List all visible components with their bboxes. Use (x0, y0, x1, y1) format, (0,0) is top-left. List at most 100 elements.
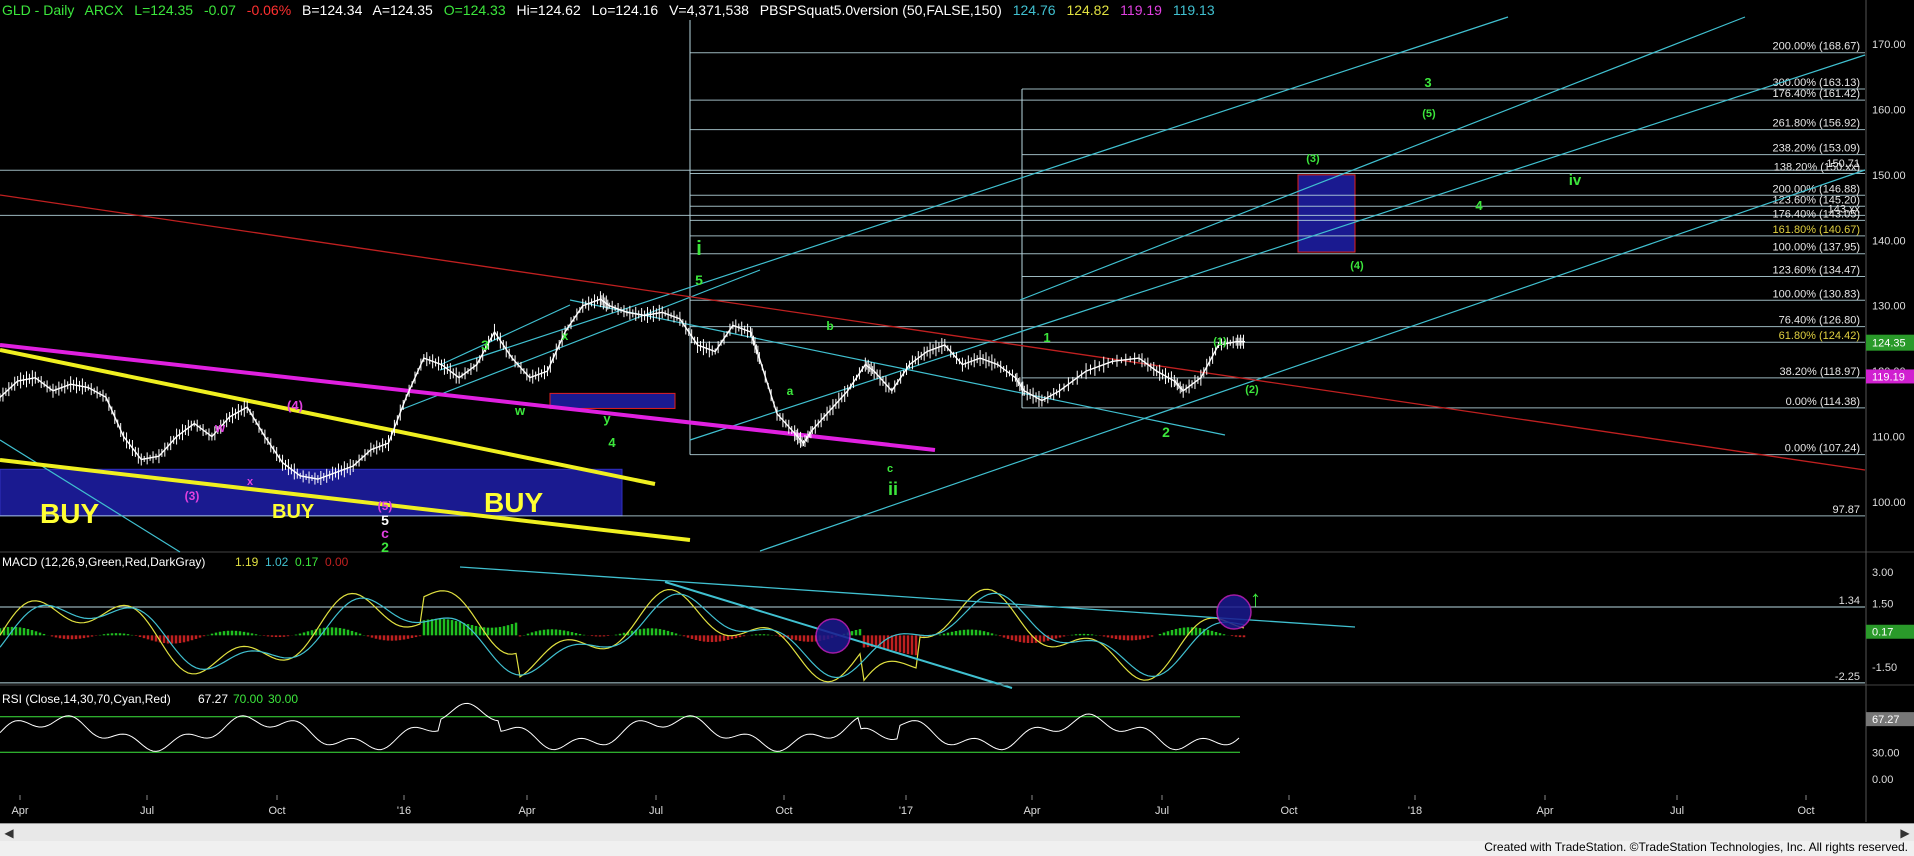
status-strip: Created with TradeStation. ©TradeStation… (0, 840, 1914, 856)
target-box (549, 392, 676, 409)
study-value-3: 119.19 (1120, 2, 1162, 18)
time-tick-label: Apr (1536, 805, 1553, 817)
wave-label: x (247, 476, 254, 488)
fib-level-label: 97.87 (1832, 504, 1860, 516)
wave-label: 3 (481, 337, 489, 353)
fib-level-label: 76.40% (126.80) (1779, 315, 1860, 327)
study-value-2: 124.82 (1066, 2, 1110, 18)
wave-label: (4) (1350, 260, 1364, 272)
channel-line (689, 54, 1866, 441)
time-tick-label: Apr (518, 805, 535, 817)
secondary-price-label: 119.19 (1872, 371, 1905, 383)
study-value-1: 124.76 (1012, 2, 1056, 18)
time-tick-label: Jul (1670, 805, 1684, 817)
wave-label: (3) (185, 489, 200, 503)
wave-label: (2) (1245, 384, 1259, 396)
time-tick-label: Oct (268, 805, 285, 817)
macd-line (0, 588, 1245, 683)
chart-header: GLD - Daily ARCX L=124.35 -0.07 -0.06% B… (2, 2, 1222, 18)
channel-line (439, 304, 571, 366)
fib-level-label: 100.00% (130.83) (1773, 288, 1860, 300)
macd-level-label: -2.25 (1835, 671, 1860, 683)
wave-label: ii (888, 479, 898, 499)
macd-crossover-circle (1216, 594, 1252, 630)
yellow-trendline (0, 348, 656, 486)
time-tick-label: Apr (11, 805, 28, 817)
time-tick-label: '18 (1408, 805, 1422, 817)
last-price-label: 124.35 (1872, 338, 1906, 350)
right-price-axis: 170.00160.00150.00140.00130.00120.00110.… (1865, 0, 1914, 822)
volume: V=4,371,538 (669, 2, 749, 18)
macd-title: MACD (12,26,9,Green,Red,DarkGray) (2, 555, 205, 569)
time-tick-label: Jul (1155, 805, 1169, 817)
time-tick-label: Jul (649, 805, 663, 817)
wave-label: iv (1569, 172, 1582, 189)
time-tick-label: Oct (775, 805, 792, 817)
buy-label: BUY (272, 501, 315, 523)
buy-label: BUY (40, 498, 99, 529)
exchange-label: ARCX (84, 2, 124, 18)
fib-level-label: 176.40% (161.42) (1773, 88, 1860, 100)
wave-label: (1) (1213, 336, 1227, 348)
wave-label: 2 (381, 539, 389, 555)
low-price: Lo=124.16 (591, 2, 659, 18)
wave-label: i (696, 238, 702, 260)
wave-label: a (787, 384, 794, 398)
macd-crossover-circle (815, 618, 851, 654)
macd-value: 1.19 (235, 555, 259, 569)
fib-level-label: 176.40% (143.05) (1773, 208, 1860, 220)
macd-level-label: 1.34 (1839, 595, 1860, 607)
wave-label: (3) (1306, 153, 1320, 165)
macd-value: 0.00 (325, 555, 349, 569)
price-tick-label: 150.00 (1872, 170, 1906, 182)
buy-label: BUY (484, 487, 543, 518)
fib-level-label: 200.00% (168.67) (1773, 41, 1860, 53)
rsi-value: 30.00 (268, 692, 298, 706)
macd-value: 1.02 (265, 555, 289, 569)
wave-label: 4 (1475, 198, 1483, 213)
fib-level-label: 0.00% (114.38) (1786, 396, 1860, 408)
fib-level-label: 123.60% (134.47) (1773, 264, 1860, 276)
price-tick-label: 170.00 (1872, 39, 1906, 51)
fib-level-label: 161.80% (140.67) (1773, 224, 1860, 236)
price-tick-label: 130.00 (1872, 301, 1906, 313)
fib-level-label: 38.20% (118.97) (1779, 366, 1860, 378)
scroll-left-icon[interactable]: ◀ (0, 824, 18, 842)
wave-label: b (826, 319, 833, 333)
wave-label: w (214, 420, 226, 435)
up-arrow-icon: ↑ (1250, 586, 1261, 611)
wave-label: 1 (1043, 330, 1050, 345)
macd-value: 0.17 (295, 555, 319, 569)
chart-canvas: 200.00% (168.67)300.00% (163.13)176.40% … (0, 0, 1914, 822)
macd-signal-line (0, 592, 1245, 679)
time-tick-label: Oct (1797, 805, 1814, 817)
wave-label: 5 (381, 512, 389, 528)
time-axis: Apr Jul Oct '16 Apr Jul Oct '17 Apr Jul Oct '18 Apr J… (11, 795, 1815, 817)
time-tick-label: Jul (140, 805, 154, 817)
fib-level-label: 138.20% (150.xx) (1774, 162, 1860, 174)
study-value-4: 119.13 (1172, 2, 1215, 18)
open-price: O=124.33 (443, 2, 506, 18)
price-tick-label: 110.00 (1872, 432, 1905, 444)
wave-label: 2 (1162, 424, 1170, 440)
ask-price: A=124.35 (372, 2, 433, 18)
fib-level-label: 238.20% (153.09) (1773, 143, 1860, 155)
macd-tick-label: 1.50 (1872, 599, 1893, 611)
rsi-title: RSI (Close,14,30,70,Cyan,Red) (2, 692, 171, 706)
price-tick-label: 160.00 (1872, 104, 1906, 116)
price-tick-label: 140.00 (1872, 235, 1906, 247)
price-tick-label: 100.00 (1872, 497, 1906, 509)
channel-line (399, 269, 761, 411)
target-box (1297, 174, 1356, 253)
price-panel: 200.00% (168.67)300.00% (163.13)176.40% … (0, 16, 1914, 555)
high-price: Hi=124.62 (516, 2, 581, 18)
time-tick-label: '16 (397, 805, 411, 817)
macd-tick-label: -1.50 (1872, 662, 1897, 674)
fib-level-label: 261.80% (156.92) (1773, 118, 1860, 130)
wave-label: 5 (695, 272, 703, 288)
macd-tick-label: 0.17 (1872, 627, 1893, 639)
wave-label: 4 (608, 435, 616, 450)
last-price: L=124.35 (134, 2, 194, 18)
fib-level-label: 0.00% (107.24) (1785, 443, 1860, 455)
net-change: -0.07 (203, 2, 236, 18)
